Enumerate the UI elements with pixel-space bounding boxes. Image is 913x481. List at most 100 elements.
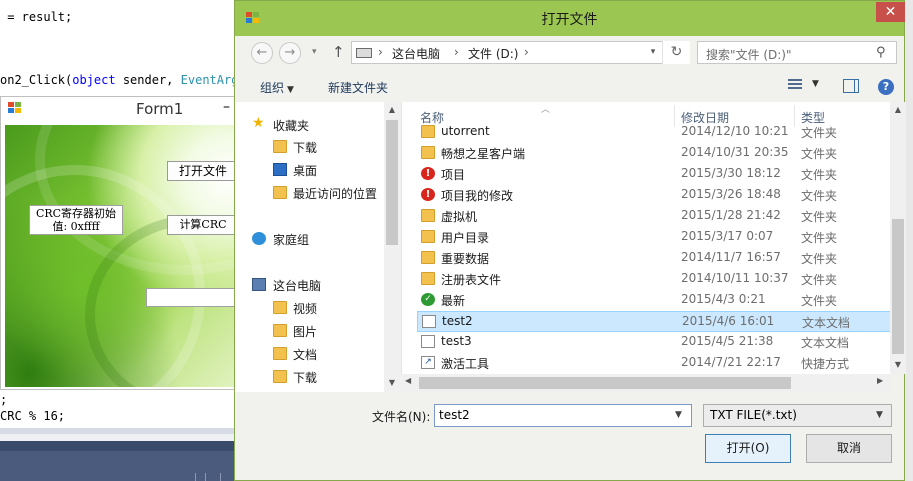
result-textbox[interactable] <box>146 288 239 307</box>
form1-title: Form1 <box>136 100 184 118</box>
file-row[interactable]: 用户目录 2015/3/17 0:07 文件夹 <box>417 227 890 248</box>
scrollbar-thumb[interactable] <box>419 377 791 389</box>
breadcrumb-separator-icon[interactable]: › <box>524 45 529 59</box>
open-file-dialog: 打开文件 ✕ ← → ▾ ↑ › 这台电脑 › 文件 (D:) › ▾ ↻ 搜索… <box>234 0 906 481</box>
navigation-pane: ★ 收藏夹 下载 桌面 最近访问的位置 家庭组 这台电脑 视频 图片 文档 下载 <box>235 102 400 392</box>
file-row-utorrent[interactable]: utorrent 2014/12/10 10:21 文件夹 <box>417 122 890 143</box>
chevron-down-icon[interactable]: ▼ <box>876 410 883 420</box>
file-name: 项目我的修改 <box>441 189 514 203</box>
dialog-title: 打开文件 <box>541 12 598 28</box>
scroll-right-icon[interactable]: ▶ <box>877 376 883 385</box>
file-name: 注册表文件 <box>441 273 502 287</box>
file-row-selected[interactable]: test2 2015/4/6 16:01 文本文档 <box>417 311 890 332</box>
open-file-button[interactable]: 打开文件 <box>167 161 239 181</box>
scroll-up-icon[interactable]: ▲ <box>890 105 906 114</box>
file-row[interactable]: 注册表文件 2014/10/11 10:37 文件夹 <box>417 269 890 290</box>
file-row[interactable]: 畅想之星客户端 2014/10/31 20:35 文件夹 <box>417 143 890 164</box>
folder-icon <box>421 251 435 264</box>
taskbar-divider <box>205 473 206 481</box>
warning-folder-icon: ! <box>421 188 435 201</box>
breadcrumb-separator-icon[interactable]: › <box>378 45 383 59</box>
address-bar[interactable]: › 这台电脑 › 文件 (D:) › <box>351 41 690 64</box>
scroll-down-icon[interactable]: ▼ <box>890 360 906 369</box>
folder-icon <box>421 272 435 285</box>
file-name: 激活工具 <box>441 357 490 371</box>
file-list-scrollbar[interactable]: ▲ ▼ <box>890 102 906 374</box>
new-folder-button[interactable]: 新建文件夹 <box>328 79 388 96</box>
file-date: 2015/4/6 16:01 <box>682 314 775 328</box>
file-date: 2014/12/10 10:21 <box>681 124 789 138</box>
back-arrow-icon: ← <box>256 45 268 60</box>
filetype-select[interactable]: TXT FILE(*.txt) ▼ <box>703 404 892 427</box>
file-type: 文件夹 <box>801 189 838 203</box>
preview-pane-icon[interactable] <box>843 79 859 93</box>
file-date: 2014/7/21 22:17 <box>681 355 781 369</box>
code-line: on2_Click(object sender, EventArgs <box>0 73 246 87</box>
warning-folder-icon: ! <box>421 167 435 180</box>
nav-item-label: 家庭组 <box>273 233 310 247</box>
search-icon[interactable]: ⚲ <box>876 45 886 60</box>
forward-arrow-icon: → <box>284 45 296 60</box>
up-button[interactable]: ↑ <box>332 43 345 61</box>
refresh-icon[interactable]: ↻ <box>662 41 690 64</box>
file-type: 文件夹 <box>801 147 838 161</box>
breadcrumb-drive-d[interactable]: 文件 (D:) <box>468 45 518 62</box>
file-list-hscrollbar[interactable]: ◀ ▶ <box>401 374 890 392</box>
organize-menu[interactable]: 组织 ▼ <box>260 79 294 96</box>
back-button[interactable]: ← <box>251 42 273 64</box>
crc-init-label: CRC寄存器初始 值: 0xffff <box>29 205 123 235</box>
nav-pane-scrollbar[interactable]: ▲ ▼ <box>384 102 400 392</box>
file-type: 文件夹 <box>801 294 838 308</box>
chevron-down-icon[interactable]: ▼ <box>675 410 682 420</box>
file-row[interactable]: test3 2015/4/5 21:38 文本文档 <box>417 332 890 353</box>
up-arrow-icon: ↑ <box>332 43 345 61</box>
file-date: 2015/4/3 0:21 <box>681 292 766 306</box>
scrollbar-thumb[interactable] <box>386 120 398 245</box>
file-row[interactable]: 重要数据 2014/11/7 16:57 文件夹 <box>417 248 890 269</box>
file-row[interactable]: 虚拟机 2015/1/28 21:42 文件夹 <box>417 206 890 227</box>
file-date: 2015/3/30 18:12 <box>681 166 781 180</box>
file-name: 虚拟机 <box>441 210 478 224</box>
scrollbar-thumb[interactable] <box>892 219 904 354</box>
chevron-down-icon[interactable]: ▼ <box>812 79 819 89</box>
breadcrumb-this-pc[interactable]: 这台电脑 <box>392 45 440 62</box>
minimize-button[interactable]: – <box>223 99 230 115</box>
file-row[interactable]: ! 项目 2015/3/30 18:12 文件夹 <box>417 164 890 185</box>
filename-label: 文件名(N): <box>372 410 431 424</box>
search-placeholder: 搜索"文件 (D:)" <box>706 48 792 62</box>
file-row[interactable]: ↗ 激活工具 2014/7/21 22:17 快捷方式 <box>417 353 890 374</box>
file-name: test3 <box>441 334 472 348</box>
nav-item-label: 最近访问的位置 <box>293 187 378 201</box>
address-dropdown-icon[interactable]: ▾ <box>644 41 662 64</box>
checkmark-folder-icon: ✓ <box>421 293 435 306</box>
code-line: CRC % 16; <box>0 409 66 423</box>
cancel-button[interactable]: 取消 <box>806 434 892 463</box>
scroll-up-icon[interactable]: ▲ <box>384 105 400 114</box>
calc-crc-button[interactable]: 计算CRC <box>167 215 239 235</box>
command-toolbar: 组织 ▼ 新建文件夹 ▼ ? <box>235 73 904 101</box>
search-input[interactable]: 搜索"文件 (D:)" ⚲ <box>697 41 897 64</box>
file-name: 用户目录 <box>441 231 490 245</box>
filename-input[interactable]: test2 ▼ <box>434 404 692 427</box>
file-date: 2015/4/5 21:38 <box>681 334 774 348</box>
file-row[interactable]: ! 项目我的修改 2015/3/26 18:48 文件夹 <box>417 185 890 206</box>
recent-locations-dropdown[interactable]: ▾ <box>312 47 317 57</box>
breadcrumb-separator-icon[interactable]: › <box>454 45 459 59</box>
documents-folder-icon <box>273 347 287 360</box>
nav-item-label: 文档 <box>293 348 318 362</box>
scroll-down-icon[interactable]: ▼ <box>384 378 400 387</box>
crc-init-label-line2: 值: 0xffff <box>52 220 100 233</box>
forward-button[interactable]: → <box>279 42 301 64</box>
close-button[interactable]: ✕ <box>876 2 905 22</box>
file-type: 文件夹 <box>801 231 838 245</box>
text-document-icon <box>422 315 436 328</box>
dialog-titlebar[interactable]: 打开文件 ✕ <box>235 1 905 36</box>
organize-label: 组织 <box>260 81 285 95</box>
view-options-icon[interactable] <box>788 79 802 92</box>
file-row[interactable]: ✓ 最新 2015/4/3 0:21 文件夹 <box>417 290 890 311</box>
code-line: ; <box>0 393 8 407</box>
open-button[interactable]: 打开(O) <box>705 434 791 463</box>
file-type: 文件夹 <box>801 273 838 287</box>
scroll-left-icon[interactable]: ◀ <box>405 376 411 385</box>
help-icon[interactable]: ? <box>878 79 894 95</box>
